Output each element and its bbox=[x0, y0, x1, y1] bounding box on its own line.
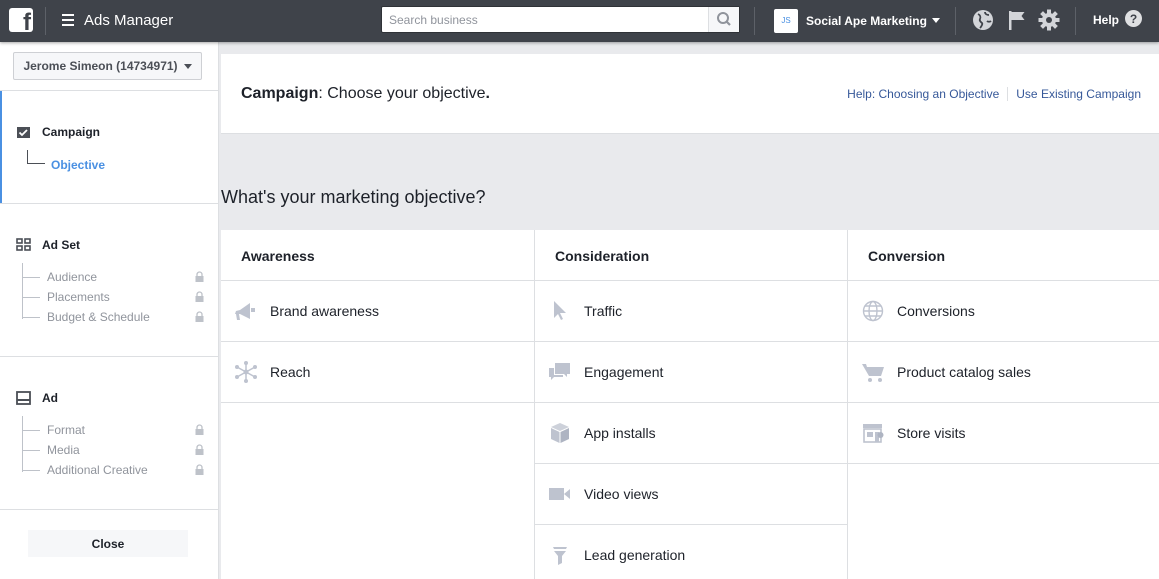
objective-grid: Awareness Brand awareness Reach Consider… bbox=[221, 230, 1159, 579]
divider bbox=[0, 356, 218, 357]
funnel-icon bbox=[553, 547, 567, 565]
column-conversion: Conversion Conversions Product catalog s… bbox=[847, 230, 1159, 579]
sidebar-section-adset[interactable]: Ad Set bbox=[16, 238, 80, 252]
sidebar: Jerome Simeon (14734971) Campaign Object… bbox=[0, 42, 219, 579]
tree-branch bbox=[27, 150, 45, 164]
top-bar: f Ads Manager JS Social Ape Marketing He… bbox=[0, 0, 1159, 42]
lock-icon bbox=[195, 444, 204, 455]
chat-icon bbox=[549, 363, 570, 380]
hamburger-menu-icon[interactable] bbox=[62, 14, 74, 26]
lock-icon bbox=[195, 464, 204, 475]
help-button[interactable]: Help ? bbox=[1093, 10, 1143, 27]
column-consideration: Consideration Traffic Engagement App ins… bbox=[534, 230, 847, 579]
objective-video-views[interactable]: Video views bbox=[535, 464, 847, 525]
lock-icon bbox=[195, 271, 204, 282]
box-icon bbox=[551, 423, 569, 443]
gear-icon[interactable] bbox=[1038, 9, 1060, 31]
campaign-label: Campaign bbox=[42, 125, 101, 139]
megaphone-icon bbox=[235, 303, 255, 320]
column-title: Consideration bbox=[535, 230, 847, 281]
search-box bbox=[381, 6, 740, 33]
divider bbox=[45, 7, 46, 35]
column-title: Conversion bbox=[848, 230, 1159, 281]
lock-icon bbox=[195, 291, 204, 302]
divider bbox=[0, 203, 218, 204]
cursor-icon bbox=[554, 301, 566, 320]
objective-header: Campaign: Choose your objective. Help: C… bbox=[221, 54, 1159, 134]
ad-layout-icon bbox=[16, 391, 31, 405]
campaign-checkbox-icon bbox=[17, 126, 30, 138]
sidebar-item-additional-creative[interactable]: Additional Creative bbox=[22, 462, 204, 478]
objective-conversions[interactable]: Conversions bbox=[848, 281, 1159, 342]
divider bbox=[1007, 87, 1009, 101]
business-account-switcher[interactable]: JS Social Ape Marketing bbox=[774, 8, 940, 33]
sidebar-item-placements[interactable]: Placements bbox=[22, 289, 204, 305]
objective-reach[interactable]: Reach bbox=[221, 342, 534, 403]
flag-icon[interactable] bbox=[1006, 9, 1028, 31]
use-existing-campaign-link[interactable]: Use Existing Campaign bbox=[1016, 87, 1141, 101]
lock-icon bbox=[195, 311, 204, 322]
sidebar-section-ad[interactable]: Ad bbox=[16, 391, 58, 405]
search-input[interactable] bbox=[382, 7, 708, 32]
objective-app-installs[interactable]: App installs bbox=[535, 403, 847, 464]
globe-icon[interactable] bbox=[972, 9, 994, 31]
page-title: Campaign: Choose your objective. bbox=[241, 85, 490, 102]
divider bbox=[955, 7, 956, 35]
help-choosing-objective-link[interactable]: Help: Choosing an Objective bbox=[847, 87, 999, 101]
active-section-indicator bbox=[0, 91, 2, 203]
column-awareness: Awareness Brand awareness Reach bbox=[221, 230, 534, 579]
sidebar-item-budget-schedule[interactable]: Budget & Schedule bbox=[22, 309, 204, 325]
objective-engagement[interactable]: Engagement bbox=[535, 342, 847, 403]
marketing-objective-question: What's your marketing objective? bbox=[221, 187, 486, 207]
facebook-logo-icon[interactable]: f bbox=[9, 8, 33, 32]
adset-label: Ad Set bbox=[42, 238, 81, 252]
divider bbox=[0, 509, 218, 510]
help-label: Help bbox=[1093, 12, 1120, 27]
ad-label: Ad bbox=[42, 391, 58, 405]
cart-icon bbox=[862, 364, 884, 382]
sidebar-section-campaign[interactable]: Campaign bbox=[16, 125, 100, 139]
close-button[interactable]: Close bbox=[28, 530, 188, 557]
sidebar-item-audience[interactable]: Audience bbox=[22, 269, 204, 285]
chevron-down-icon bbox=[931, 18, 940, 23]
divider bbox=[0, 90, 218, 91]
lock-icon bbox=[195, 424, 204, 435]
sidebar-item-objective[interactable]: Objective bbox=[51, 158, 105, 172]
help-icon: ? bbox=[1125, 10, 1143, 27]
objective-lead-generation[interactable]: Lead generation bbox=[535, 525, 847, 579]
objective-traffic[interactable]: Traffic bbox=[535, 281, 847, 342]
search-icon bbox=[717, 12, 731, 26]
column-title: Awareness bbox=[221, 230, 534, 281]
globe-icon bbox=[862, 300, 884, 322]
store-icon bbox=[863, 424, 884, 443]
ad-account-label: Jerome Simeon (14734971) bbox=[23, 59, 178, 73]
ad-account-selector[interactable]: Jerome Simeon (14734971) bbox=[13, 52, 202, 80]
divider bbox=[754, 7, 755, 35]
account-avatar: JS bbox=[774, 8, 798, 33]
objective-product-catalog-sales[interactable]: Product catalog sales bbox=[848, 342, 1159, 403]
sidebar-item-media[interactable]: Media bbox=[22, 442, 204, 458]
objective-brand-awareness[interactable]: Brand awareness bbox=[221, 281, 534, 342]
account-name: Social Ape Marketing bbox=[806, 13, 927, 28]
sidebar-item-format[interactable]: Format bbox=[22, 422, 204, 438]
divider bbox=[1075, 7, 1076, 35]
video-icon bbox=[549, 488, 570, 500]
objective-store-visits[interactable]: Store visits bbox=[848, 403, 1159, 464]
header-links: Help: Choosing an Objective Use Existing… bbox=[847, 87, 1141, 101]
reach-icon bbox=[235, 361, 257, 383]
adset-grid-icon bbox=[16, 238, 31, 251]
chevron-down-icon bbox=[183, 63, 192, 69]
app-title: Ads Manager bbox=[84, 12, 174, 29]
search-button[interactable] bbox=[708, 7, 739, 32]
